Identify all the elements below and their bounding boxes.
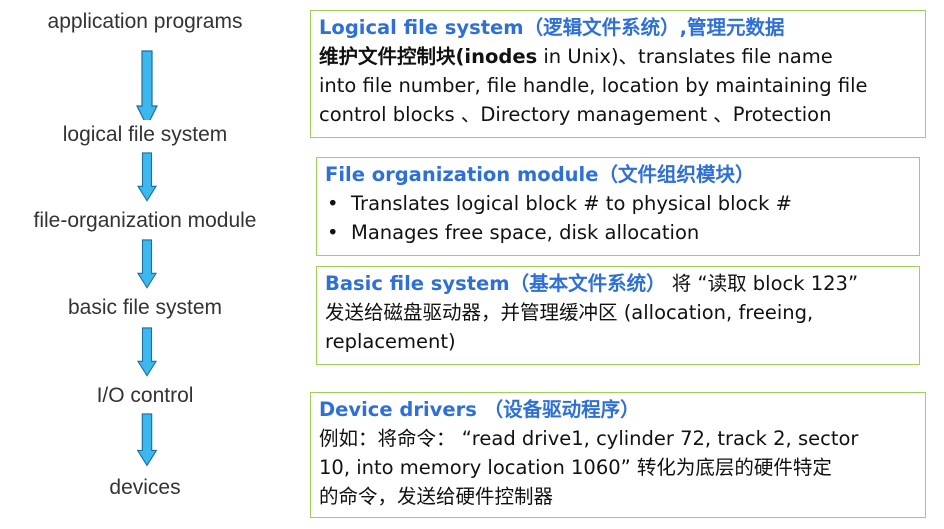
box-line: replacement) <box>325 330 456 353</box>
box-line: 发送给磁盘驱动器，并管理缓冲区 (allocation, freeing, <box>325 301 814 324</box>
bullet-item: • Translates logical block # to physical… <box>325 189 911 218</box>
layer-application-programs: application programs <box>47 10 243 33</box>
box-title: Logical file system（逻辑文件系统）,管理元数据 <box>319 16 785 39</box>
bullet-item: • Manages free space, disk allocation <box>325 218 911 247</box>
layer-io-control: I/O control <box>96 384 194 407</box>
down-arrow-icon <box>136 327 158 377</box>
layer-basic-file-system: basic file system <box>67 296 223 319</box>
file-organization-module-box: File organization module（文件组织模块） • Trans… <box>316 157 920 256</box>
layer-logical-file-system: logical file system <box>62 123 228 146</box>
box-title: File organization module（文件组织模块） <box>325 163 755 186</box>
box-line: 的命令，发送给硬件控制器 <box>319 485 554 508</box>
box-line: 例如：将命令： “read drive1, cylinder 72, track… <box>319 427 859 450</box>
box-title: Device drivers （设备驱动程序） <box>319 398 640 421</box>
box-line: 维护文件控制块(inodes in Unix)、translates file … <box>319 45 833 68</box>
box-title: Basic file system（基本文件系统） <box>325 272 666 295</box>
layer-devices: devices <box>109 476 181 499</box>
logical-file-system-box: Logical file system（逻辑文件系统）,管理元数据 维护文件控制… <box>310 10 926 138</box>
device-drivers-box: Device drivers （设备驱动程序） 例如：将命令： “read dr… <box>310 392 926 518</box>
down-arrow-icon <box>136 413 158 467</box>
down-arrow-icon <box>136 152 158 202</box>
box-line: 10, into memory location 1060” 转化为底层的硬件特… <box>319 456 832 479</box>
bullet-dot-icon: • <box>327 221 339 244</box>
box-line: control blocks 、Directory management 、Pr… <box>319 103 832 126</box>
basic-file-system-box: Basic file system（基本文件系统） 将 “读取 block 12… <box>316 266 920 365</box>
layer-file-organization-module: file-organization module <box>33 209 257 232</box>
box-line: Basic file system（基本文件系统） 将 “读取 block 12… <box>325 272 859 295</box>
down-arrow-icon <box>136 50 158 120</box>
bullet-dot-icon: • <box>327 192 339 215</box>
box-line: into file number, file handle, location … <box>319 74 868 97</box>
down-arrow-icon <box>136 239 158 289</box>
